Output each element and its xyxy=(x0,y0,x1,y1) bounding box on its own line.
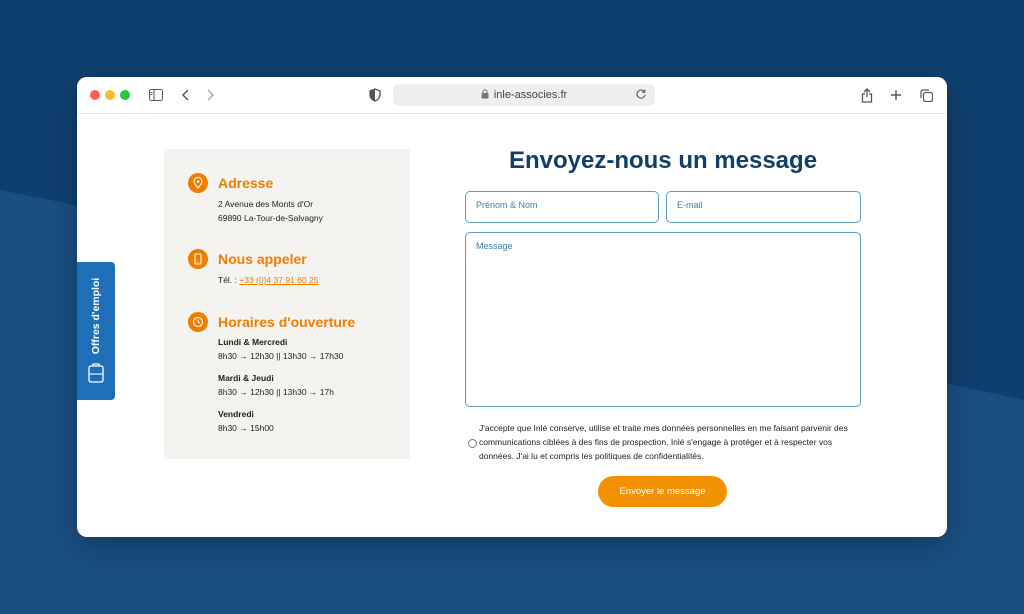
close-window-button[interactable] xyxy=(90,90,100,100)
browser-toolbar: inle-associes.fr xyxy=(77,77,947,114)
hours-times-1: 8h30 → 12h30 || 13h30 → 17h30 xyxy=(218,351,344,361)
phone-icon xyxy=(188,249,208,269)
hours-days-3: Vendredi xyxy=(218,409,254,419)
consent-radio[interactable] xyxy=(468,439,477,448)
hours-title: Horaires d'ouverture xyxy=(218,314,356,330)
url-text: inle-associes.fr xyxy=(493,89,568,101)
phone-line: Tél. : +33 (0)4 37 91 60 25 xyxy=(218,275,318,286)
name-input[interactable]: Prénom & Nom xyxy=(465,191,659,223)
consent-text: J'accepte que Inlé conserve, utilise et … xyxy=(479,423,848,461)
minimize-window-button[interactable] xyxy=(105,90,115,100)
phone-title: Nous appeler xyxy=(218,251,307,267)
phone-number-link[interactable]: +33 (0)4 37 91 60 25 xyxy=(239,275,318,285)
new-tab-icon[interactable] xyxy=(887,86,905,104)
forward-arrow-icon[interactable] xyxy=(201,86,219,104)
tab-overview-icon[interactable] xyxy=(917,86,935,104)
hours-days-1: Lundi & Mercredi xyxy=(218,337,288,347)
lock-icon xyxy=(481,88,489,102)
reload-icon[interactable] xyxy=(635,88,647,103)
location-pin-icon xyxy=(188,173,208,193)
phone-prefix: Tél. : xyxy=(218,275,240,285)
clock-icon xyxy=(188,312,208,332)
back-arrow-icon[interactable] xyxy=(177,86,195,104)
submit-button[interactable]: Envoyer le message xyxy=(598,476,727,507)
shield-icon[interactable] xyxy=(366,86,384,104)
address-title: Adresse xyxy=(218,175,274,191)
address-bar[interactable]: inle-associes.fr xyxy=(393,84,655,106)
email-input[interactable]: E-mail xyxy=(666,191,861,223)
share-icon[interactable] xyxy=(858,86,876,104)
hours-times-2: 8h30 → 12h30 || 13h30 → 17h xyxy=(218,387,334,397)
form-title: Envoyez-nous un message xyxy=(508,147,818,174)
sidebar-icon[interactable] xyxy=(147,86,165,104)
maximize-window-button[interactable] xyxy=(120,90,130,100)
job-offers-label: Offres d'emploi xyxy=(90,277,102,355)
briefcase-icon xyxy=(88,363,104,388)
contact-info-card: Adresse 2 Avenue des Monts d'Or 69890 La… xyxy=(164,149,410,459)
hours-days-2: Mardi & Jeudi xyxy=(218,373,274,383)
address-line-2: 69890 La-Tour-de-Salvagny xyxy=(218,213,323,223)
browser-window: inle-associes.fr Adresse 2 Avenue des Mo… xyxy=(77,77,947,537)
message-textarea[interactable]: Message xyxy=(465,232,861,407)
job-offers-side-tab[interactable]: Offres d'emploi xyxy=(77,262,115,400)
address-line-1: 2 Avenue des Monts d'Or xyxy=(218,199,314,209)
hours-times-3: 8h30 → 15h00 xyxy=(218,423,274,433)
